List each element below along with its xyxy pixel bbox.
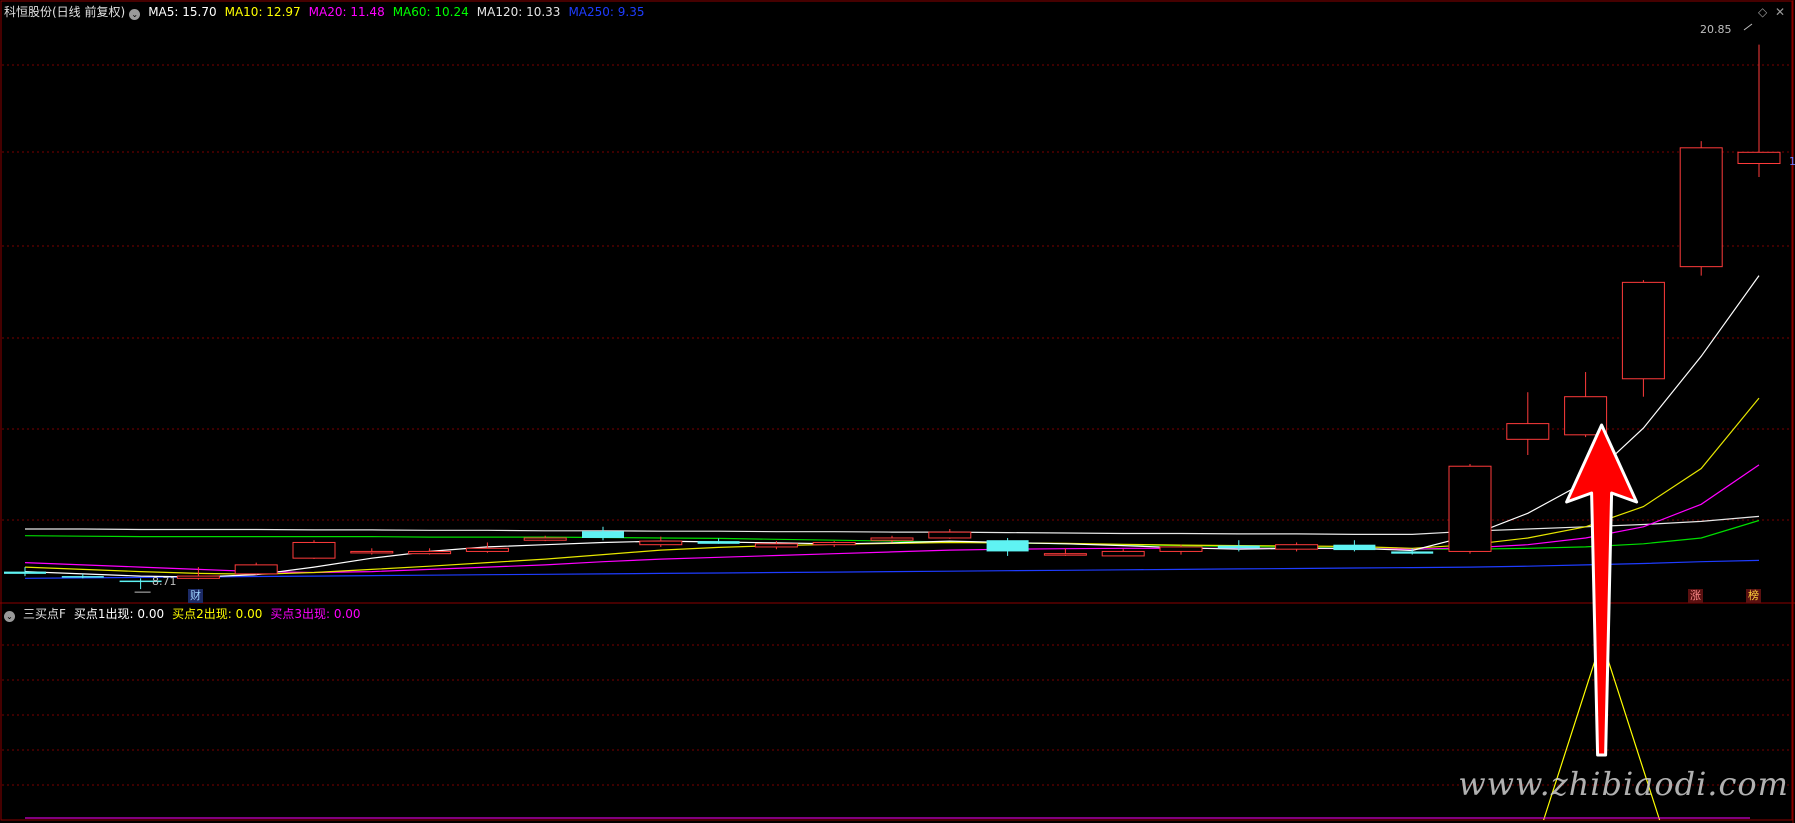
candle-body — [465, 547, 509, 552]
buy-point-3-label: 买点3出现: 0.00 — [270, 607, 361, 621]
kline-chart[interactable] — [0, 0, 1795, 823]
ma60-label: MA60: 10.24 — [392, 5, 469, 19]
red-up-arrow-icon — [1565, 423, 1639, 757]
ma120-line — [25, 515, 1760, 536]
stock-title: 科恒股份(日线 前复权) — [4, 5, 126, 19]
candle-body — [1679, 147, 1723, 268]
candle-body — [61, 576, 104, 578]
ma10-line — [24, 397, 1760, 575]
candle-body — [1043, 553, 1087, 556]
candle-body — [1101, 550, 1145, 557]
candle-body — [408, 550, 452, 555]
candle-body — [697, 541, 740, 544]
high-price-label: 20.85 — [1700, 23, 1732, 36]
main-chart-legend: 科恒股份(日线 前复权) ⌄ MA5: 15.70 MA10: 12.97 MA20: … — [4, 5, 652, 20]
candle-body — [1737, 151, 1781, 165]
diamond-icon[interactable]: ◇ — [1758, 6, 1767, 18]
candle-body — [350, 550, 394, 554]
settings-chevron-icon[interactable]: ⌄ — [129, 9, 141, 20]
ma250-label: MA250: 9.35 — [568, 5, 645, 19]
candle-body — [986, 540, 1029, 552]
candle-body — [1506, 423, 1550, 440]
price-axis-mark: 1 — [1789, 155, 1795, 168]
watermark: www.zhibiaodi.com — [1458, 765, 1789, 803]
candle-body — [870, 537, 914, 541]
candle-body — [639, 540, 683, 546]
ma20-label: MA20: 11.48 — [308, 5, 385, 19]
candle-body — [812, 541, 856, 546]
candle-body — [292, 541, 336, 559]
candle-body — [754, 543, 798, 548]
finance-tag[interactable]: 财 — [188, 589, 203, 603]
chart-border — [0, 0, 1793, 821]
indicator-legend: ⌄ 三买点F 买点1出现: 0.00 买点2出现: 0.00 买点3出现: 0.00 — [4, 607, 369, 622]
candle-body — [1159, 546, 1203, 552]
candle-body — [176, 575, 220, 579]
indicator-chevron-icon[interactable]: ⌄ — [4, 611, 15, 622]
candle-body — [1217, 545, 1260, 549]
candle-body — [1275, 544, 1319, 550]
buy-point-2-label: 买点2出现: 0.00 — [172, 607, 263, 621]
ma250-line — [24, 559, 1760, 579]
candle-body — [234, 564, 278, 575]
candle-body — [1621, 281, 1665, 380]
rise-tag[interactable]: 涨 — [1688, 589, 1703, 603]
candle-body — [1391, 551, 1434, 554]
close-icon[interactable]: ✕ — [1775, 6, 1785, 18]
ma120-label: MA120: 10.33 — [476, 5, 561, 19]
high-marker — [1743, 23, 1753, 31]
ma5-label: MA5: 15.70 — [148, 5, 217, 19]
ma10-label: MA10: 12.97 — [224, 5, 301, 19]
indicator-name: 三买点F — [23, 607, 66, 621]
candle-body — [582, 531, 624, 538]
candle-body — [928, 531, 972, 539]
candle-body — [523, 537, 567, 541]
ranking-tag[interactable]: 榜 — [1746, 589, 1761, 603]
kline-chart-window: 科恒股份(日线 前复权) ⌄ MA5: 15.70 MA10: 12.97 MA20: … — [0, 0, 1795, 823]
low-price-label: 8.71 — [152, 575, 177, 588]
candle-body — [1448, 465, 1492, 552]
buy-point-1-label: 买点1出现: 0.00 — [73, 607, 165, 621]
ma20-line — [24, 464, 1760, 574]
candle-body — [4, 571, 46, 574]
candle-body — [1333, 544, 1376, 551]
